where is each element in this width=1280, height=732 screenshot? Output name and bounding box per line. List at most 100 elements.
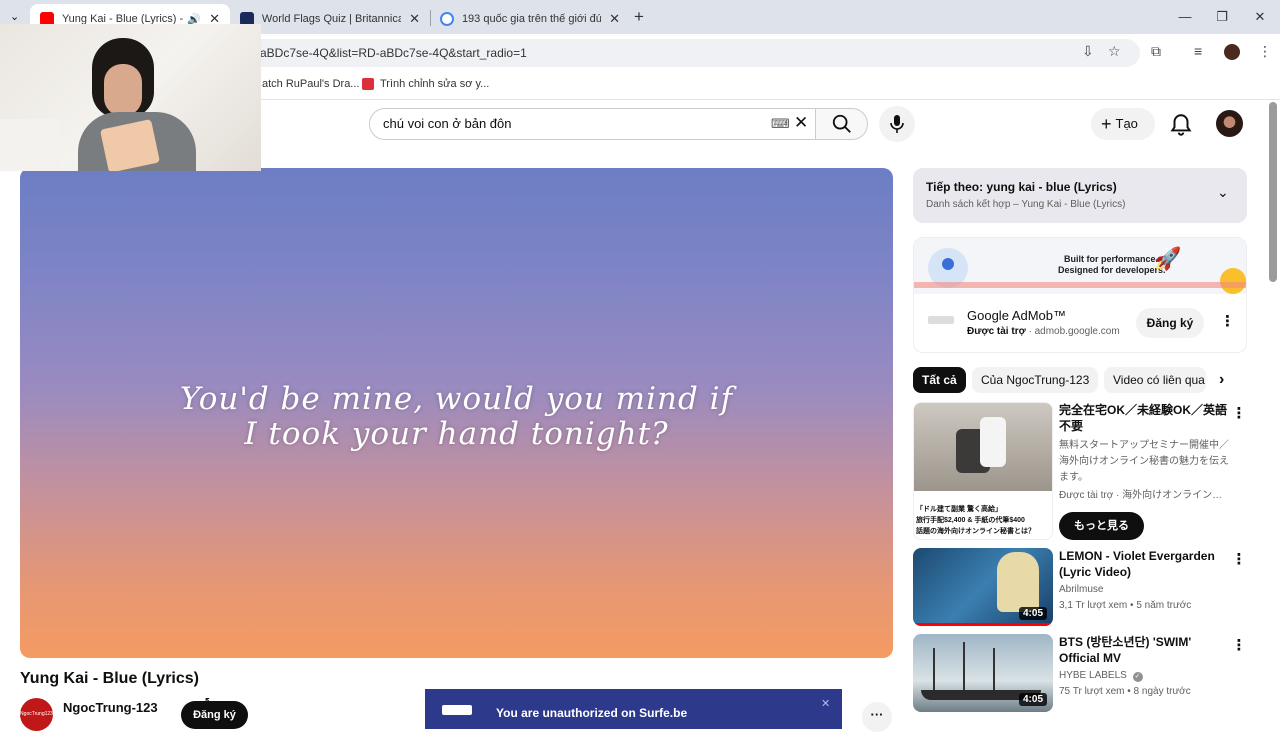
thumbnail-caption: 話題の海外向けオンライン秘書とは？ xyxy=(916,528,1035,535)
video-player[interactable]: You'd be mine, would you mind if I took … xyxy=(20,168,893,658)
ad-banner: Built for performance. Designed for deve… xyxy=(914,238,1246,294)
chip-channel[interactable]: Của NgocTrung-123 xyxy=(972,367,1099,393)
kebab-menu-icon[interactable]: ⋮ xyxy=(1231,636,1247,654)
thumbnail-image xyxy=(914,403,1052,491)
close-tab-icon[interactable]: ✕ xyxy=(409,11,420,27)
thumbnail-mast xyxy=(963,642,965,694)
channel-row: HYBE LABELS ✓ xyxy=(1059,668,1229,684)
ad-sponsored-label: Được tài trợ xyxy=(967,326,1026,337)
extensions-icon[interactable]: ⧉ xyxy=(1151,43,1161,60)
browser-menu-icon[interactable]: ⋮ xyxy=(1258,43,1272,60)
lyrics-overlay: You'd be mine, would you mind if I took … xyxy=(20,382,893,452)
lyrics-line: You'd be mine, would you mind if xyxy=(179,381,734,417)
video-description: 無料スタートアップセミナー開催中／海外向けオンライン秘書の魅力を伝えます。 xyxy=(1059,440,1229,483)
close-window-icon[interactable]: ✕ xyxy=(1248,6,1272,28)
address-bar[interactable]: aBDc7se-4Q&list=RD-aBDc7se-4Q&start_radi… xyxy=(200,39,1140,67)
up-next-panel[interactable]: Tiếp theo: yung kai - blue (Lyrics) Danh… xyxy=(913,168,1247,223)
page-scrollbar[interactable] xyxy=(1269,102,1277,282)
bookmark-item[interactable]: Trình chỉnh sửa sơ y... xyxy=(362,78,489,90)
maximize-icon[interactable]: ❐ xyxy=(1210,6,1234,28)
bookmark-label: Trình chỉnh sửa sơ y... xyxy=(380,78,490,90)
create-button[interactable]: + Tạo xyxy=(1091,108,1155,140)
account-avatar[interactable] xyxy=(1216,110,1243,137)
thumbnail-mast xyxy=(993,648,995,694)
video-title[interactable]: LEMON - Violet Evergarden (Lyric Video) xyxy=(1059,548,1229,580)
chart-icon xyxy=(1220,268,1246,294)
video-title: Yung Kai - Blue (Lyrics) xyxy=(20,670,199,687)
list-item[interactable]: 4:05 LEMON - Violet Evergarden (Lyric Vi… xyxy=(913,548,1247,628)
up-next-title: Tiếp theo: yung kai - blue (Lyrics) xyxy=(926,180,1117,194)
video-thumbnail[interactable]: 「ドル建て副業 驚く高給」 旅行手配$2,400 & 手紙の代筆$400 話題の… xyxy=(913,402,1053,540)
kebab-menu-icon[interactable]: ⋮ xyxy=(1220,312,1235,330)
filter-chips: Tất cả Của NgocTrung-123 Video có liên q… xyxy=(913,367,1247,395)
channel-avatar[interactable]: NgocTrung123 xyxy=(20,698,53,731)
user-head-icon xyxy=(942,258,954,270)
video-info: BTS (방탄소년단) 'SWIM' Official MV HYBE LABE… xyxy=(1059,634,1229,700)
media-control-icon[interactable]: ≡ xyxy=(1194,43,1202,59)
video-title[interactable]: 完全在宅OK／未経験OK／英語不要 xyxy=(1059,402,1229,434)
chip-all[interactable]: Tất cả xyxy=(913,367,966,393)
clear-search-icon[interactable]: ✕ xyxy=(794,113,808,133)
tab-title: 193 quốc gia trên thế giới đúng xyxy=(461,13,602,25)
ad-cta-button[interactable]: Đăng ký xyxy=(1136,308,1204,338)
webcam-background xyxy=(0,119,60,171)
banner-wave xyxy=(914,282,1246,288)
up-next-subtitle: Danh sách kết hợp – Yung Kai - Blue (Lyr… xyxy=(926,199,1126,210)
chevron-right-icon[interactable]: › xyxy=(1219,371,1224,389)
search-input[interactable]: chú voi con ở bản đôn xyxy=(369,108,816,140)
chevron-down-icon[interactable]: ⌄ xyxy=(1217,184,1229,201)
kebab-menu-icon[interactable]: ⋮ xyxy=(1231,550,1247,568)
more-actions-button[interactable]: ··· xyxy=(862,702,892,732)
lyrics-line: I took your hand tonight? xyxy=(244,416,669,452)
watch-progress xyxy=(913,623,1053,626)
notifications-bell-icon[interactable] xyxy=(1168,112,1194,138)
bookmark-favicon-icon xyxy=(362,78,374,90)
tab-title: World Flags Quiz | Britannica xyxy=(261,13,402,25)
verified-check-icon: ✓ xyxy=(1132,672,1143,682)
chip-related[interactable]: Video có liên qua xyxy=(1104,367,1206,393)
keyboard-icon[interactable]: ⌨ xyxy=(771,116,790,132)
surfe-notice-text: You are unauthorized on Surfe.be xyxy=(496,706,688,720)
video-meta: 3,1 Tr lượt xem • 5 năm trước xyxy=(1059,600,1192,611)
bookmark-item[interactable]: atch RuPaul's Dra... xyxy=(262,78,359,90)
create-label: Tạo xyxy=(1115,116,1138,131)
tab-google[interactable]: 193 quốc gia trên thế giới đúng ✕ xyxy=(430,4,630,34)
thumbnail-figure xyxy=(997,552,1039,612)
channel-name[interactable]: NgocTrung-123 xyxy=(63,700,158,715)
search-button[interactable] xyxy=(815,108,868,140)
video-thumbnail[interactable]: 4:05 xyxy=(913,548,1053,626)
duration-badge: 4:05 xyxy=(1018,607,1047,620)
sponsored-ad-card[interactable]: Built for performance. Designed for deve… xyxy=(913,237,1247,353)
profile-avatar[interactable] xyxy=(1224,44,1240,60)
ad-cta-button[interactable]: もっと見る xyxy=(1059,512,1144,540)
list-item[interactable]: 4:05 BTS (방탄소년단) 'SWIM' Official MV HYBE… xyxy=(913,634,1247,714)
microphone-icon xyxy=(890,115,904,133)
video-title[interactable]: BTS (방탄소년단) 'SWIM' Official MV xyxy=(1059,634,1229,666)
close-tab-icon[interactable]: ✕ xyxy=(609,11,620,27)
thumbnail-mast xyxy=(933,648,935,694)
kebab-menu-icon[interactable]: ⋮ xyxy=(1231,404,1247,422)
admob-logo-icon xyxy=(928,316,954,324)
webcam-person-face xyxy=(104,64,142,116)
close-notice-icon[interactable]: ✕ xyxy=(821,697,830,710)
mouse-cursor-icon: ↖ xyxy=(204,694,215,708)
thumbnail-figure xyxy=(980,417,1006,467)
list-item[interactable]: 「ドル建て副業 驚く高給」 旅行手配$2,400 & 手紙の代筆$400 話題の… xyxy=(913,402,1247,540)
video-meta: 75 Tr lượt xem • 8 ngày trước xyxy=(1059,686,1191,697)
subscribe-button[interactable]: Đăng ký xyxy=(181,701,248,729)
ad-domain: admob.google.com xyxy=(1034,326,1120,337)
voice-search-button[interactable] xyxy=(879,106,915,142)
minimize-icon[interactable]: — xyxy=(1173,6,1197,28)
new-tab-button[interactable]: + xyxy=(634,7,644,27)
video-info: LEMON - Violet Evergarden (Lyric Video) … xyxy=(1059,548,1229,614)
thumbnail-caption: 旅行手配$2,400 & 手紙の代筆$400 xyxy=(916,517,1025,524)
plus-icon: + xyxy=(1101,114,1112,134)
search-icon xyxy=(832,114,851,133)
bookmark-star-icon[interactable]: ☆ xyxy=(1108,43,1121,60)
channel-name[interactable]: HYBE LABELS xyxy=(1059,670,1127,681)
video-thumbnail[interactable]: 4:05 xyxy=(913,634,1053,712)
channel-name[interactable]: Abrilmuse xyxy=(1059,582,1229,598)
install-app-icon[interactable]: ⇩ xyxy=(1082,43,1094,60)
ad-banner-line: Designed for developers. xyxy=(1058,265,1166,275)
tab-search-chevron-icon[interactable]: ⌄ xyxy=(10,10,19,23)
